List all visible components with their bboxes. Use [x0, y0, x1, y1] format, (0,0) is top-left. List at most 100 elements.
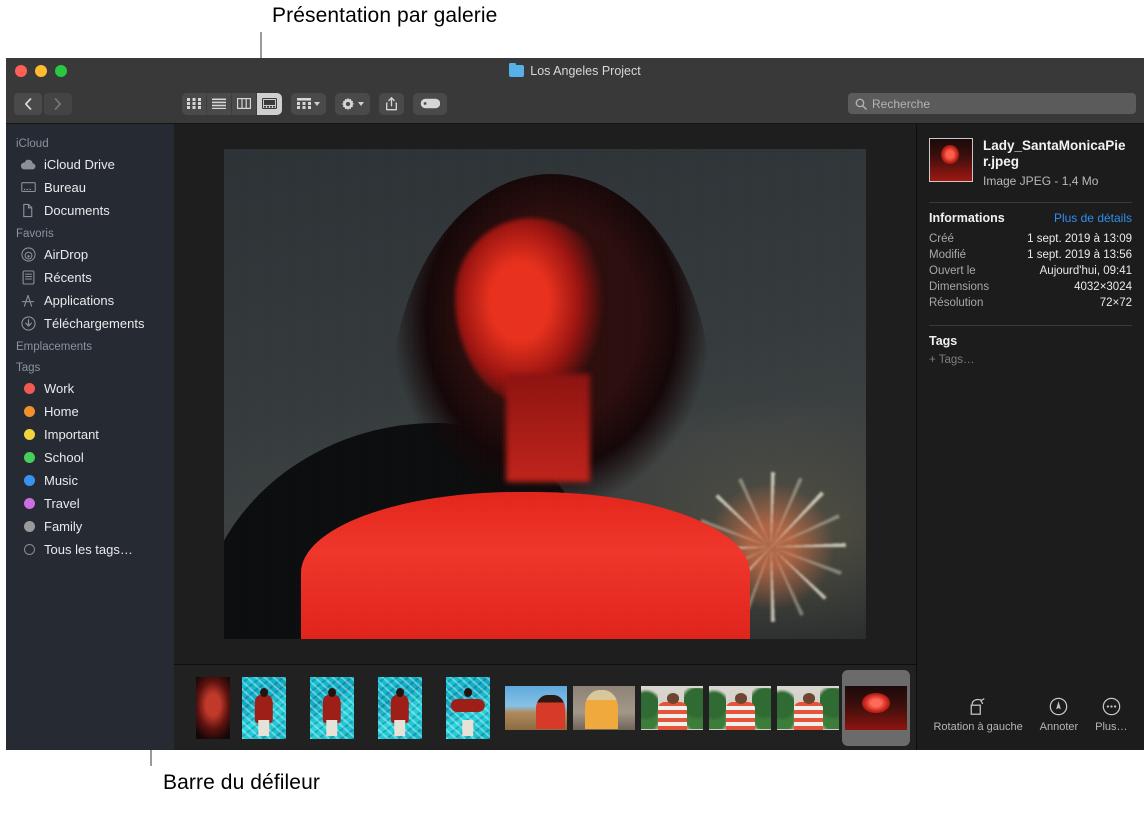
thumb-red-portrait-crop[interactable] [196, 677, 230, 739]
search-field[interactable]: Recherche [848, 93, 1136, 114]
forward-button[interactable] [44, 93, 72, 115]
column-view-button[interactable] [232, 93, 257, 115]
thumb-pool-4[interactable] [446, 677, 490, 739]
action-menu-button[interactable] [335, 93, 370, 115]
information-section-header: Informations Plus de détails [929, 211, 1132, 225]
sidebar-tag-work[interactable]: Work [6, 377, 174, 400]
file-name: Lady_SantaMonicaPier.jpeg [983, 138, 1132, 170]
share-button[interactable] [379, 93, 404, 115]
tag-dot-icon [20, 381, 36, 397]
info-row-created: Créé 1 sept. 2019 à 13:09 [929, 231, 1132, 247]
list-item[interactable] [502, 670, 570, 746]
panel-divider [929, 202, 1132, 203]
add-tags-field[interactable]: + Tags… [929, 354, 1132, 366]
more-button[interactable]: Plus… [1095, 697, 1127, 733]
thumb-plants-3[interactable] [777, 686, 839, 730]
group-by-button[interactable] [291, 93, 326, 115]
desktop-icon [20, 180, 36, 196]
chevron-down-icon [314, 102, 320, 106]
thumb-lady-santa-monica[interactable] [845, 686, 907, 730]
sidebar-tag-travel[interactable]: Travel [6, 492, 174, 515]
scrubber-bar[interactable] [174, 664, 916, 750]
list-view-button[interactable] [207, 93, 232, 115]
info-row-modified: Modifié 1 sept. 2019 à 13:56 [929, 247, 1132, 263]
sidebar-item-label: Tous les tags… [44, 542, 133, 557]
sidebar-tag-school[interactable]: School [6, 446, 174, 469]
tag-dot-icon [20, 404, 36, 420]
rotate-left-button[interactable]: Rotation à gauche [933, 698, 1022, 733]
thumb-pool-2[interactable] [310, 677, 354, 739]
sidebar-tag-home[interactable]: Home [6, 400, 174, 423]
chevron-left-icon [24, 98, 32, 110]
sidebar-item-airdrop[interactable]: AirDrop [6, 243, 174, 266]
sidebar-item-bureau[interactable]: Bureau [6, 176, 174, 199]
list-item[interactable] [298, 670, 366, 746]
sidebar-header-tags: Tags [6, 356, 174, 377]
sidebar-item-downloads[interactable]: Téléchargements [6, 312, 174, 335]
list-item[interactable] [570, 670, 638, 746]
tag-dot-icon [20, 427, 36, 443]
list-item[interactable] [366, 670, 434, 746]
info-value: 1 sept. 2019 à 13:56 [1027, 249, 1132, 261]
sidebar-item-label: Work [44, 381, 74, 396]
sidebar-tag-all-tags[interactable]: Tous les tags… [6, 538, 174, 561]
documents-icon [20, 203, 36, 219]
list-view-icon [212, 98, 226, 109]
photo-shirt [301, 492, 750, 639]
recents-icon [20, 270, 36, 286]
gallery-view-button[interactable] [257, 93, 282, 115]
thumb-figure-body [391, 695, 409, 723]
sidebar-item-label: Home [44, 404, 79, 419]
preview-image[interactable] [224, 149, 866, 639]
thumb-pool-1[interactable] [242, 677, 286, 739]
thumb-figure-board [258, 720, 269, 736]
column-view-icon [237, 98, 251, 109]
close-window-button[interactable] [15, 65, 27, 77]
sidebar-item-documents[interactable]: Documents [6, 199, 174, 222]
sidebar-tag-music[interactable]: Music [6, 469, 174, 492]
tags-section-title: Tags [929, 334, 1132, 348]
list-item[interactable] [774, 670, 842, 746]
tag-dot-icon [20, 496, 36, 512]
list-item[interactable] [638, 670, 706, 746]
info-label: Dimensions [929, 281, 989, 293]
sidebar-item-icloud-drive[interactable]: iCloud Drive [6, 153, 174, 176]
callout-gallery-view-label: Présentation par galerie [272, 4, 497, 28]
search-input-placeholder[interactable]: Recherche [872, 97, 930, 111]
sidebar-item-label: Applications [44, 293, 114, 308]
icon-view-icon [187, 98, 201, 109]
sidebar-item-recents[interactable]: Récents [6, 266, 174, 289]
list-item-selected[interactable] [842, 670, 910, 746]
list-item[interactable] [230, 670, 298, 746]
back-button[interactable] [14, 93, 42, 115]
traffic-lights [15, 65, 67, 77]
maximize-window-button[interactable] [55, 65, 67, 77]
sidebar-tag-important[interactable]: Important [6, 423, 174, 446]
thumb-figure-head [464, 688, 472, 697]
sidebar-item-label: Récents [44, 270, 92, 285]
list-item[interactable] [706, 670, 774, 746]
minimize-window-button[interactable] [35, 65, 47, 77]
info-label: Créé [929, 233, 954, 245]
list-item[interactable] [434, 670, 502, 746]
sidebar-item-applications[interactable]: Applications [6, 289, 174, 312]
sidebar-tag-family[interactable]: Family [6, 515, 174, 538]
icon-view-button[interactable] [182, 93, 207, 115]
info-value: Aujourd'hui, 09:41 [1040, 265, 1132, 277]
thumb-plants-2[interactable] [709, 686, 771, 730]
thumb-blonde-portrait[interactable] [573, 686, 635, 730]
more-icon [1102, 697, 1121, 716]
scrubber-scrollbar[interactable] [174, 747, 916, 750]
chevron-down-icon [358, 102, 364, 106]
more-details-link[interactable]: Plus de détails [1054, 211, 1132, 225]
gear-icon [341, 97, 355, 111]
thumb-plants-1[interactable] [641, 686, 703, 730]
airdrop-icon [20, 247, 36, 263]
markup-button[interactable]: Annoter [1040, 697, 1079, 733]
list-item[interactable] [178, 670, 230, 746]
info-label: Modifié [929, 249, 966, 261]
thumb-desert-portrait[interactable] [505, 686, 567, 730]
info-row-resolution: Résolution 72×72 [929, 295, 1132, 311]
thumb-pool-3[interactable] [378, 677, 422, 739]
tags-button[interactable] [413, 93, 447, 115]
